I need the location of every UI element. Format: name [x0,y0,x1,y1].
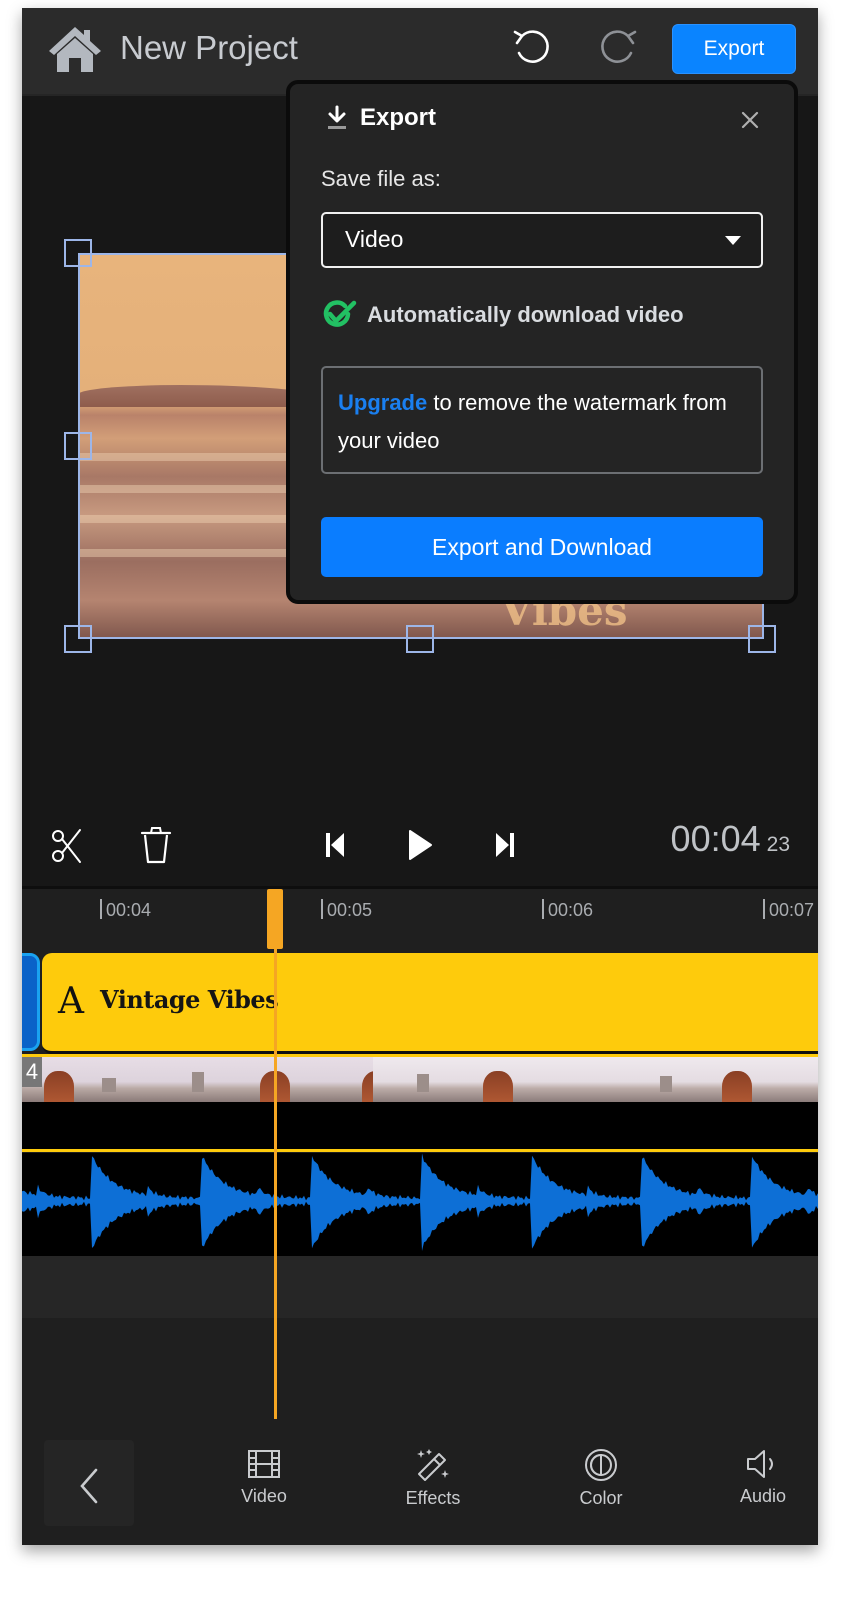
waveform-shape [22,1153,818,1251]
tool-video[interactable]: Video [214,1448,314,1507]
audio-track[interactable] [22,1153,818,1256]
playhead[interactable] [274,889,277,1419]
tool-label: Color [579,1488,623,1508]
export-button[interactable]: Export [672,24,796,74]
film-icon [248,1450,280,1478]
text-icon: A [58,981,84,1022]
scissors-icon[interactable] [50,828,84,864]
checkmark-icon [323,300,357,327]
timecode-time: 00:04 [670,818,761,859]
home-icon[interactable] [46,24,104,74]
export-popup: Export Save file as: Video Automatically… [286,80,798,604]
magic-wand-icon [417,1449,449,1481]
skip-forward-icon[interactable] [494,830,516,860]
auto-download-label: Automatically download video [367,302,684,327]
chevron-down-icon [725,236,741,245]
redo-icon[interactable] [596,26,640,70]
save-as-label: Save file as: [321,166,441,191]
video-track[interactable]: 4 [22,1054,818,1152]
resize-handle-bottom-right[interactable] [748,625,776,653]
empty-track [22,1256,818,1318]
skip-back-icon[interactable] [324,830,346,860]
video-editor-app: New Project Export Vibes Export Save fil… [22,8,818,1545]
play-icon[interactable] [406,828,434,862]
tool-label: Audio [739,1486,787,1506]
text-clip[interactable]: A Vintage Vibes [42,953,818,1054]
auto-download-checkbox[interactable]: Automatically download video [321,300,684,330]
video-thumbnail [373,1057,594,1102]
file-type-select[interactable]: Video [321,212,763,268]
project-title[interactable]: New Project [120,26,298,70]
clip-number: 4 [22,1057,42,1087]
popup-title: Export [360,104,437,131]
previous-clip[interactable] [22,953,40,1051]
ruler-tick: 00:07 [763,899,814,920]
tool-color[interactable]: Color [551,1448,651,1509]
audio-waveform [22,1153,818,1251]
text-clip-name: Vintage Vibes [100,985,279,1014]
file-type-value: Video [345,226,404,252]
resize-handle-top-left[interactable] [64,239,92,267]
video-thumbnail [594,1057,818,1102]
upgrade-link[interactable]: Upgrade [338,390,427,415]
timecode: 00:04 23 [671,818,790,860]
trash-icon[interactable] [140,826,172,864]
back-button[interactable] [44,1440,134,1526]
time-ruler[interactable]: 00:04 00:05 00:06 00:07 [22,889,818,951]
chevron-left-icon [80,1468,98,1504]
video-thumbnail [152,1057,373,1102]
video-thumbnails [22,1057,818,1102]
resize-handle-bottom[interactable] [406,625,434,653]
close-icon[interactable] [738,108,762,132]
ruler-tick: 00:05 [321,899,372,920]
bottom-toolbar: Video Effects Color Audio [22,1426,818,1545]
resize-handle-bottom-left[interactable] [64,625,92,653]
ruler-tick: 00:06 [542,899,593,920]
upgrade-notice: Upgrade to remove the watermark from you… [321,366,763,474]
tool-label: Effects [405,1488,461,1508]
color-icon [585,1449,617,1481]
timeline[interactable]: 00:04 00:05 00:06 00:07 A Vintage Vibes [22,886,818,1429]
resize-handle-left[interactable] [64,432,92,460]
download-icon [328,105,346,129]
tool-label: Video [241,1486,287,1506]
undo-icon[interactable] [510,26,554,70]
tool-audio[interactable]: Audio [713,1448,813,1507]
tool-effects[interactable]: Effects [383,1448,483,1509]
popup-header: Export [326,104,436,132]
export-and-download-button[interactable]: Export and Download [321,517,763,577]
ruler-tick: 00:04 [100,899,151,920]
speaker-icon [747,1450,773,1478]
timecode-frames: 23 [766,833,790,856]
playback-controls: 00:04 23 [22,808,818,886]
